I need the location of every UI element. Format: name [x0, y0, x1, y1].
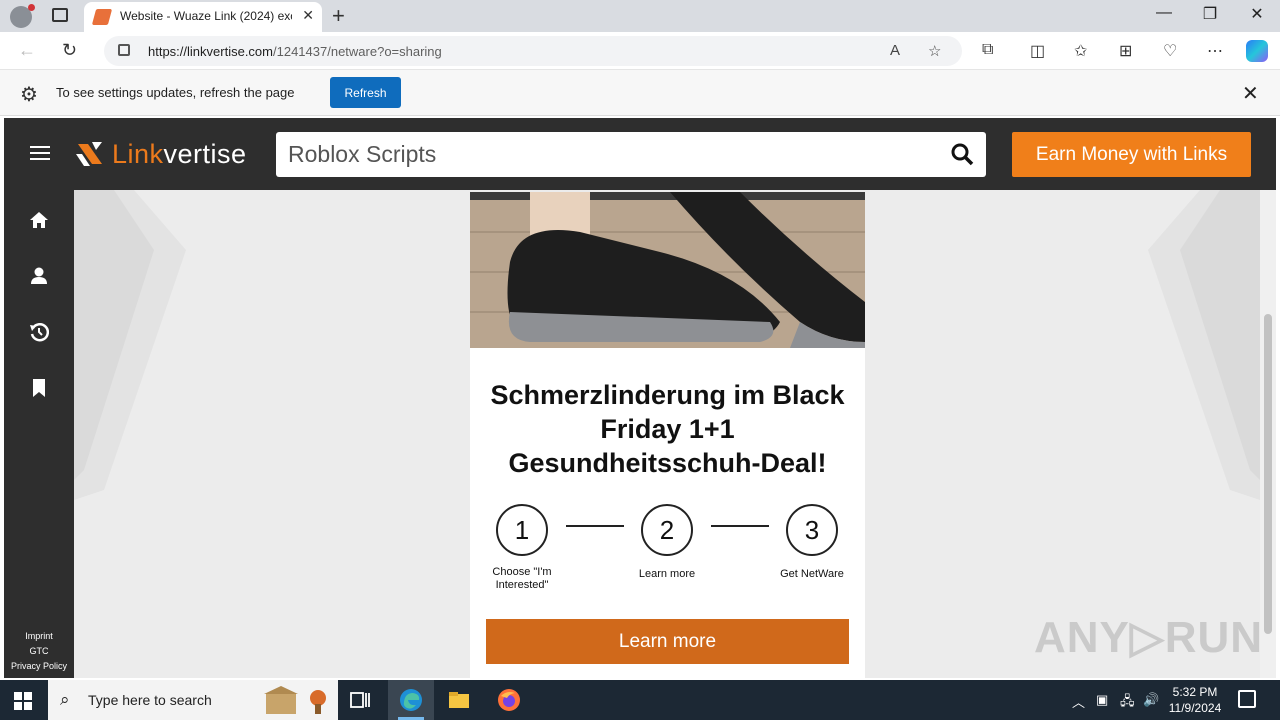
ad-title: Schmerzlinderung im Black Friday 1+1 Ges…	[490, 380, 845, 478]
collections-icon[interactable]: ⊞	[1119, 41, 1132, 61]
step-1-circle: 1	[496, 504, 548, 556]
windows-taskbar: ⌕ Type here to search ︿ ▣ 🖧 🔊 5:32 PM 11…	[0, 680, 1280, 720]
logo-text[interactable]: Linkvertise	[112, 139, 247, 170]
split-screen-icon[interactable]: ◫	[1030, 41, 1045, 61]
minimize-icon[interactable]: —	[1144, 4, 1184, 22]
tab-actions-icon[interactable]	[52, 8, 68, 22]
imprint-link[interactable]: Imprint	[4, 631, 74, 641]
history-icon[interactable]	[29, 322, 49, 342]
clock-time: 5:32 PM	[1172, 685, 1218, 699]
windows-start-icon[interactable]	[14, 692, 32, 710]
user-icon[interactable]	[29, 266, 49, 286]
network-icon[interactable]: 🖧	[1120, 692, 1135, 714]
notifications-icon[interactable]	[1238, 690, 1256, 708]
learn-more-button[interactable]: Learn more	[486, 619, 849, 664]
step-1-label: Choose "I'm Interested"	[492, 566, 552, 591]
site-header: Linkvertise Roblox Scripts Earn Money wi…	[4, 118, 1276, 190]
search-icon: ⌕	[60, 690, 70, 709]
taskbar-search-placeholder: Type here to search	[88, 692, 212, 708]
home-icon[interactable]	[29, 210, 49, 230]
window-close-icon[interactable]: ✕	[1237, 4, 1277, 24]
extensions-icon[interactable]: ⧉	[982, 41, 993, 59]
settings-info-bar: ⚙ To see settings updates, refresh the p…	[0, 70, 1280, 116]
tray-overflow-icon[interactable]: ︿	[1072, 692, 1085, 711]
tab-close-icon[interactable]: ✕	[302, 7, 314, 24]
shoe-ad-image[interactable]	[470, 192, 865, 348]
restore-icon[interactable]: ❐	[1190, 4, 1230, 24]
linkvertise-logo-icon[interactable]	[74, 138, 106, 170]
page-scrollbar[interactable]	[1260, 190, 1276, 678]
firefox-icon[interactable]	[497, 688, 521, 712]
gtc-link[interactable]: GTC	[4, 646, 74, 656]
copilot-icon[interactable]	[1246, 40, 1268, 62]
gear-icon: ⚙	[20, 84, 38, 106]
web-page: Linkvertise Roblox Scripts Earn Money wi…	[4, 118, 1276, 678]
url-field[interactable]: https://linkvertise.com/1241437/netware?…	[104, 36, 962, 66]
browser-tab-bar: Website - Wuaze Link (2024) exclusive ✕ …	[0, 0, 1280, 32]
volume-icon[interactable]: 🔊	[1143, 692, 1159, 708]
search-highlight-icon	[264, 686, 326, 714]
search-input[interactable]: Roblox Scripts	[276, 132, 986, 177]
refresh-button[interactable]: Refresh	[330, 77, 401, 108]
edge-icon[interactable]	[399, 688, 423, 712]
step-3-label: Get NetWare	[780, 568, 844, 580]
step-2-circle: 2	[641, 504, 693, 556]
step-3-circle: 3	[786, 504, 838, 556]
url-text: https://linkvertise.com/1241437/netware?…	[148, 44, 442, 59]
taskbar-clock[interactable]: 5:32 PM 11/9/2024	[1160, 684, 1230, 716]
site-sidebar: Imprint GTC Privacy Policy	[4, 190, 74, 678]
background-decoration-right	[1148, 190, 1260, 500]
more-options-icon[interactable]: ⋯	[1207, 41, 1223, 61]
task-view-icon[interactable]	[348, 688, 372, 712]
browser-essentials-icon[interactable]: ♡	[1163, 41, 1177, 61]
favorites-icon[interactable]: ✩	[1074, 41, 1087, 61]
address-bar-row: ← ↻ https://linkvertise.com/1241437/netw…	[0, 32, 1280, 70]
bookmark-icon[interactable]	[29, 378, 49, 398]
lock-icon[interactable]	[118, 44, 130, 56]
search-value: Roblox Scripts	[288, 141, 437, 167]
tab-active[interactable]: Website - Wuaze Link (2024) exclusive ✕	[84, 2, 322, 32]
hamburger-menu-icon[interactable]	[30, 146, 50, 160]
scrollbar-thumb[interactable]	[1264, 314, 1272, 634]
step-connector	[711, 525, 769, 527]
step-2-label: Learn more	[638, 568, 696, 580]
new-tab-button[interactable]: +	[332, 3, 345, 29]
file-explorer-icon[interactable]	[447, 688, 471, 712]
privacy-policy-link[interactable]: Privacy Policy	[4, 661, 74, 671]
earn-money-button[interactable]: Earn Money with Links	[1012, 132, 1251, 177]
anyrun-watermark: ANY▷RUN	[1034, 613, 1264, 662]
back-icon[interactable]: ←	[18, 40, 36, 61]
search-icon[interactable]	[950, 142, 974, 166]
tab-title: Website - Wuaze Link (2024) exclusive	[120, 9, 292, 23]
reload-icon[interactable]: ↻	[62, 40, 77, 61]
linkvertise-favicon-icon	[91, 9, 113, 25]
info-message: To see settings updates, refresh the pag…	[56, 85, 295, 100]
step-connector	[566, 525, 624, 527]
clock-date: 11/9/2024	[1168, 701, 1222, 715]
favorite-star-icon[interactable]: ☆	[928, 42, 941, 60]
background-decoration-left	[74, 190, 186, 500]
close-icon[interactable]: ✕	[1242, 81, 1259, 106]
tray-device-icon[interactable]: ▣	[1096, 692, 1108, 708]
profile-notification-dot	[28, 4, 35, 11]
read-aloud-icon[interactable]: A	[890, 42, 900, 59]
taskbar-search-box[interactable]: ⌕ Type here to search	[48, 680, 338, 720]
ad-card: Schmerzlinderung im Black Friday 1+1 Ges…	[470, 192, 865, 678]
